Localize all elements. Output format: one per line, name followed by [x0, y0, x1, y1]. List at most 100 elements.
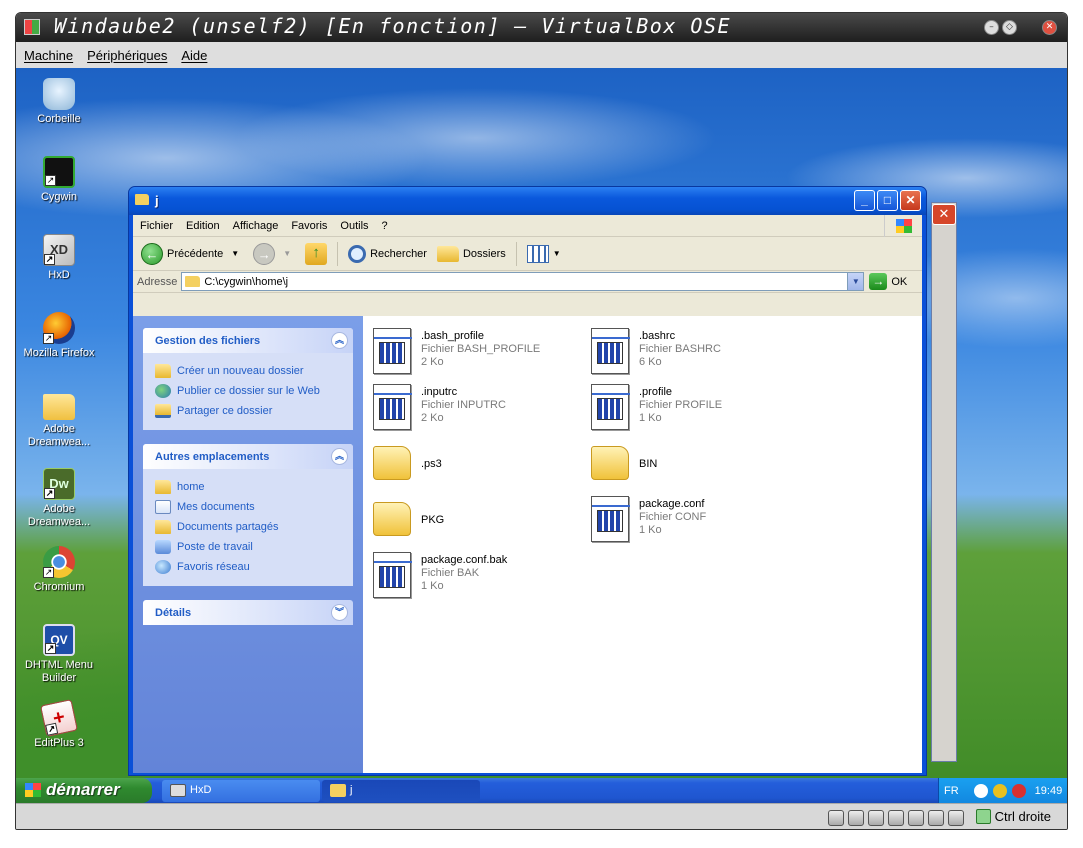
desktop-icon[interactable]: ↗ Chromium [16, 546, 102, 594]
mouse-integration-icon[interactable] [948, 810, 964, 826]
close-icon[interactable]: ✕ [932, 204, 956, 225]
back-button[interactable]: ← Précédente ▼ [138, 242, 246, 265]
chevron-down-icon[interactable]: ︾ [331, 604, 348, 621]
task-panel-header[interactable]: Détails ︾ [143, 600, 353, 625]
task-link-label: Documents partagés [177, 521, 279, 533]
menu-affichage[interactable]: Affichage [233, 220, 279, 232]
taskbar-button-hxd[interactable]: HxD [162, 780, 320, 802]
folder-icon [330, 784, 346, 797]
desktop-icon[interactable]: + ↗ EditPlus 3 [16, 699, 102, 750]
menu-help[interactable]: ? [382, 220, 388, 232]
desktop-icon[interactable]: ↗ Cygwin [16, 156, 102, 204]
file-name: package.conf.bak [421, 554, 508, 566]
network-icon[interactable] [888, 810, 904, 826]
folders-button[interactable]: Dossiers [434, 245, 509, 262]
start-label: démarrer [46, 780, 120, 799]
task-link[interactable]: Créer un nouveau dossier [155, 361, 341, 381]
task-link[interactable]: Documents partagés [155, 517, 341, 537]
chevron-up-icon[interactable]: ︽ [331, 448, 348, 465]
file-item[interactable]: .profile Fichier PROFILE 1 Ko [591, 382, 801, 434]
file-info: PKG [421, 514, 444, 527]
file-item[interactable]: .bashrc Fichier BASHRC 6 Ko [591, 326, 801, 378]
maximize-icon[interactable]: ◇ [1002, 20, 1017, 35]
file-item[interactable]: BIN [591, 438, 801, 490]
task-panel-header[interactable]: Autres emplacements ︽ [143, 444, 353, 469]
menu-machine[interactable]: Machine [24, 48, 73, 63]
close-icon[interactable]: ✕ [1042, 20, 1057, 35]
file-info: package.conf Fichier CONF 1 Ko [639, 498, 706, 537]
chevron-down-icon[interactable]: ▼ [847, 273, 864, 290]
menu-edition[interactable]: Edition [186, 220, 220, 232]
task-link-label: home [177, 481, 205, 493]
file-name: PKG [421, 514, 445, 526]
up-folder-icon: ↑ [305, 242, 328, 265]
chevron-down-icon[interactable]: ▼ [231, 249, 239, 258]
chevron-down-icon[interactable]: ▼ [283, 249, 291, 258]
language-indicator[interactable]: FR [944, 785, 959, 797]
hard-disk-icon[interactable] [828, 810, 844, 826]
background-window[interactable]: ✕ [931, 202, 957, 762]
pen-icon[interactable] [868, 810, 884, 826]
my-computer-icon [155, 540, 171, 554]
task-link[interactable]: Poste de travail [155, 537, 341, 557]
search-label: Rechercher [370, 247, 427, 260]
search-icon [348, 244, 367, 263]
desktop-icon[interactable]: Adobe Dreamwea... [16, 390, 102, 449]
security-alert-icon[interactable] [1011, 783, 1026, 798]
task-link[interactable]: home [155, 477, 341, 497]
desktop-icon[interactable]: Corbeille [16, 78, 102, 126]
go-button[interactable]: → OK [869, 273, 907, 290]
file-item[interactable]: .inputrc Fichier INPUTRC 2 Ko [373, 382, 583, 434]
folder-icon [135, 194, 149, 205]
up-folder-button[interactable]: ↑ [302, 242, 330, 265]
maximize-icon[interactable]: □ [877, 190, 898, 211]
file-type: Fichier INPUTRC [421, 399, 506, 411]
desktop-icon-label: Mozilla Firefox [23, 347, 95, 359]
address-bar: Adresse C:\cygwin\home\j ▼ → OK [133, 271, 922, 293]
task-link[interactable]: Publier ce dossier sur le Web [155, 381, 341, 401]
start-button[interactable]: démarrer [16, 778, 152, 803]
file-item[interactable]: .bash_profile Fichier BASH_PROFILE 2 Ko [373, 326, 583, 378]
chevron-up-icon[interactable]: ︽ [331, 332, 348, 349]
menu-outils[interactable]: Outils [340, 220, 368, 232]
taskbar-button-j[interactable]: j [322, 780, 480, 802]
task-panel-header[interactable]: Gestion des fichiers ︽ [143, 328, 353, 353]
task-panel-title: Détails [155, 606, 192, 619]
desktop-icon[interactable]: ↗ Mozilla Firefox [16, 312, 102, 360]
file-size: 6 Ko [639, 356, 662, 368]
file-item[interactable]: package.conf Fichier CONF 1 Ko [591, 494, 801, 546]
address-input[interactable]: C:\cygwin\home\j ▼ [181, 272, 865, 291]
explorer-title-bar[interactable]: j _ □ ✕ [129, 187, 926, 215]
tray-expand-icon[interactable] [973, 783, 988, 798]
desktop-icon[interactable]: Dw ↗ Adobe Dreamwea... [16, 468, 102, 529]
task-link[interactable]: Partager ce dossier [155, 401, 341, 421]
close-icon[interactable]: ✕ [900, 190, 921, 211]
file-item[interactable]: .ps3 [373, 438, 583, 490]
menu-fichier[interactable]: Fichier [140, 220, 173, 232]
file-item[interactable]: package.conf.bak Fichier BAK 1 Ko [373, 550, 583, 602]
menu-peripheriques[interactable]: Périphériques [87, 48, 167, 63]
security-shield-icon[interactable] [992, 783, 1007, 798]
forward-button[interactable]: → ▼ [250, 242, 298, 265]
search-button[interactable]: Rechercher [345, 244, 430, 263]
minimize-icon[interactable]: – [984, 20, 999, 35]
file-info: .bash_profile Fichier BASH_PROFILE 2 Ko [421, 330, 540, 369]
menu-favoris[interactable]: Favoris [291, 220, 327, 232]
minimize-icon[interactable]: _ [854, 190, 875, 211]
file-item[interactable]: PKG [373, 494, 583, 546]
forward-arrow-icon: → [253, 242, 276, 265]
file-type: Fichier BASHRC [639, 343, 721, 355]
shared-folder-icon[interactable] [908, 810, 924, 826]
desktop-icon[interactable]: QV ↗ DHTML Menu Builder [16, 624, 102, 685]
virtualbox-title-bar[interactable]: Windaube2 (unself2) [En fonction] — Virt… [16, 13, 1067, 42]
file-name: BIN [639, 458, 658, 470]
hxd-icon: XD ↗ [43, 234, 75, 266]
menu-aide[interactable]: Aide [181, 48, 207, 63]
task-link[interactable]: Favoris réseau [155, 557, 341, 577]
cd-rom-icon[interactable] [848, 810, 864, 826]
desktop-icon[interactable]: XD ↗ HxD [16, 234, 102, 282]
file-size: 2 Ko [421, 356, 444, 368]
views-button[interactable]: ▼ [524, 244, 564, 263]
task-link[interactable]: Mes documents [155, 497, 341, 517]
usb-icon[interactable] [928, 810, 944, 826]
